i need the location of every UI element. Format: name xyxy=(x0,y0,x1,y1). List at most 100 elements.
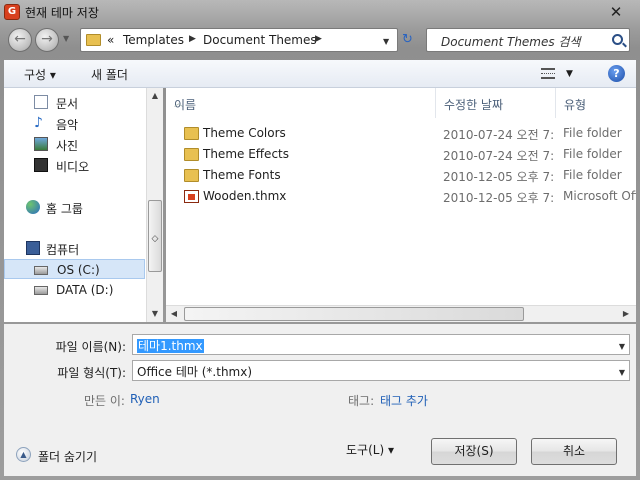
scrollbar-grip-icon: ◇ xyxy=(151,234,159,244)
sidebar-item-label: 문서 xyxy=(56,97,79,111)
scroll-left-icon[interactable]: ◀ xyxy=(166,306,182,322)
breadcrumb-document-themes[interactable]: Document Themes xyxy=(203,33,317,47)
tags-input[interactable]: 태그 추가 xyxy=(380,392,428,409)
column-header-label: 수정한 날짜 xyxy=(444,98,504,112)
help-icon[interactable]: ? xyxy=(608,65,625,82)
sidebar-item-computer[interactable]: 컴퓨터 xyxy=(4,238,145,258)
close-button[interactable]: ✕ xyxy=(606,3,626,21)
hide-folders-label: 폴더 숨기기 xyxy=(38,450,98,464)
file-name: Wooden.thmx xyxy=(203,189,287,203)
video-icon xyxy=(34,158,48,172)
folder-icon xyxy=(184,127,199,140)
scroll-down-icon[interactable]: ▼ xyxy=(147,306,163,322)
navigation-bar: ← → ▼ « Templates ▶ Document Themes ▶ ▼ … xyxy=(0,26,640,56)
sidebar-item-label: 음악 xyxy=(56,118,79,132)
search-input[interactable]: Document Themes 검색 xyxy=(426,28,630,52)
scrollbar-thumb[interactable] xyxy=(184,307,524,321)
sidebar-item-pictures[interactable]: 사진 xyxy=(4,134,145,154)
window-title: 현재 테마 저장 xyxy=(25,6,99,20)
breadcrumb-separator-icon[interactable]: ▶ xyxy=(189,34,196,44)
file-type: File folder xyxy=(563,126,622,140)
file-name: Theme Fonts xyxy=(203,168,281,182)
address-dropdown-icon[interactable]: ▼ xyxy=(383,37,389,46)
sidebar-item-drive-d[interactable]: DATA (D:) xyxy=(4,280,145,300)
refresh-icon[interactable]: ↻ xyxy=(402,32,413,47)
breadcrumb-overflow[interactable]: « xyxy=(107,33,114,47)
drive-icon xyxy=(34,266,48,275)
tools-menu-button[interactable]: 도구(L) ▾ xyxy=(340,438,400,465)
save-options-form: 파일 이름(N): 테마1.thmx ▼ 파일 형식(T): Office 테마… xyxy=(4,324,636,420)
filetype-select[interactable]: Office 테마 (*.thmx) ▼ xyxy=(132,360,630,381)
sidebar-item-music[interactable]: ♪ 음악 xyxy=(4,113,145,133)
filename-input[interactable]: 테마1.thmx ▼ xyxy=(132,334,630,355)
view-options-icon[interactable] xyxy=(541,68,555,79)
authors-value[interactable]: Ryen xyxy=(130,392,160,406)
filename-value: 테마1.thmx xyxy=(137,337,204,354)
file-row[interactable]: Theme Effects 2010-07-24 오전 7:... File f… xyxy=(166,144,636,165)
title-bar: G 현재 테마 저장 ✕ xyxy=(0,0,640,24)
thmx-file-icon xyxy=(184,190,199,203)
sidebar-item-videos[interactable]: 비디오 xyxy=(4,155,145,175)
forward-button[interactable]: → xyxy=(35,28,59,52)
navigation-pane: 문서 ♪ 음악 사진 비디오 홈 그룹 컴퓨터 OS (C:) DATA (D: xyxy=(4,88,163,322)
file-type: File folder xyxy=(563,168,622,182)
filename-label: 파일 이름(N): xyxy=(55,340,126,354)
sidebar-item-label: 비디오 xyxy=(56,160,90,174)
address-bar[interactable]: « Templates ▶ Document Themes ▶ ▼ xyxy=(80,28,398,52)
column-header-name[interactable]: 이름 ︿ xyxy=(166,88,436,118)
column-header-type[interactable]: 유형 xyxy=(556,88,636,118)
sort-ascending-icon: ︿ xyxy=(174,99,184,109)
column-header-label: 유형 xyxy=(564,98,587,112)
save-dialog-window: G 현재 테마 저장 ✕ ← → ▼ « Templates ▶ Documen… xyxy=(0,0,640,480)
file-date: 2010-12-05 오후 7:... xyxy=(443,170,553,184)
document-library-icon xyxy=(34,95,48,109)
organize-label: 구성 xyxy=(24,68,47,82)
filename-selected-text: 테마1.thmx xyxy=(137,339,204,353)
file-type: Microsoft Offi xyxy=(563,189,636,203)
sidebar-item-label: OS (C:) xyxy=(57,263,100,277)
file-list: 이름 ︿ 수정한 날짜 유형 Theme Colors 2010-07-24 오… xyxy=(166,88,636,322)
file-name: Theme Colors xyxy=(203,126,286,140)
search-placeholder: Document Themes 검색 xyxy=(441,35,581,49)
file-row[interactable]: Theme Fonts 2010-12-05 오후 7:... File fol… xyxy=(166,165,636,186)
app-icon: G xyxy=(4,4,20,20)
drive-icon xyxy=(34,286,48,295)
file-list-horizontal-scrollbar[interactable]: ◀ ▶ xyxy=(166,305,636,322)
sidebar-item-documents[interactable]: 문서 xyxy=(4,92,145,112)
cancel-button[interactable]: 취소 xyxy=(531,438,617,465)
file-row[interactable]: Theme Colors 2010-07-24 오전 7:... File fo… xyxy=(166,123,636,144)
navigation-pane-scrollbar[interactable]: ▲ ◇ ▼ xyxy=(146,88,163,322)
sidebar-item-label: 컴퓨터 xyxy=(46,243,80,257)
new-folder-button[interactable]: 새 폴더 xyxy=(91,66,128,83)
save-button[interactable]: 저장(S) xyxy=(431,438,517,465)
file-name: Theme Effects xyxy=(203,147,289,161)
breadcrumb-separator-icon[interactable]: ▶ xyxy=(315,34,322,44)
sidebar-item-label: 홈 그룹 xyxy=(46,202,83,216)
sidebar-item-homegroup[interactable]: 홈 그룹 xyxy=(4,197,145,217)
filetype-value: Office 테마 (*.thmx) xyxy=(137,365,253,379)
folder-icon xyxy=(184,148,199,161)
sidebar-item-label: DATA (D:) xyxy=(56,283,114,297)
chevron-down-icon[interactable]: ▼ xyxy=(619,368,625,377)
chevron-down-icon[interactable]: ▼ xyxy=(619,342,625,351)
search-icon xyxy=(612,34,623,45)
sidebar-item-drive-c[interactable]: OS (C:) xyxy=(4,259,145,279)
folder-icon xyxy=(86,34,101,46)
file-type: File folder xyxy=(563,147,622,161)
sidebar-item-label: 사진 xyxy=(56,139,79,153)
dialog-footer: ▲ 폴더 숨기기 도구(L) ▾ 저장(S) 취소 xyxy=(4,420,636,476)
breadcrumb-templates[interactable]: Templates xyxy=(123,33,184,47)
column-header-date[interactable]: 수정한 날짜 xyxy=(436,88,556,118)
scroll-up-icon[interactable]: ▲ xyxy=(147,88,163,104)
file-row[interactable]: Wooden.thmx 2010-12-05 오후 7:... Microsof… xyxy=(166,186,636,207)
tools-label: 도구(L) xyxy=(346,443,385,457)
scroll-right-icon[interactable]: ▶ xyxy=(618,306,634,322)
back-button[interactable]: ← xyxy=(8,28,32,52)
music-note-icon: ♪ xyxy=(34,115,43,131)
authors-label: 만든 이: xyxy=(84,394,125,408)
homegroup-icon xyxy=(26,200,40,214)
recent-pages-dropdown-icon[interactable]: ▼ xyxy=(63,34,69,43)
organize-menu[interactable]: 구성 ▾ xyxy=(24,66,56,83)
view-dropdown-icon[interactable]: ▼ xyxy=(566,69,573,79)
command-toolbar: 구성 ▾ 새 폴더 ▼ ? xyxy=(4,60,636,88)
